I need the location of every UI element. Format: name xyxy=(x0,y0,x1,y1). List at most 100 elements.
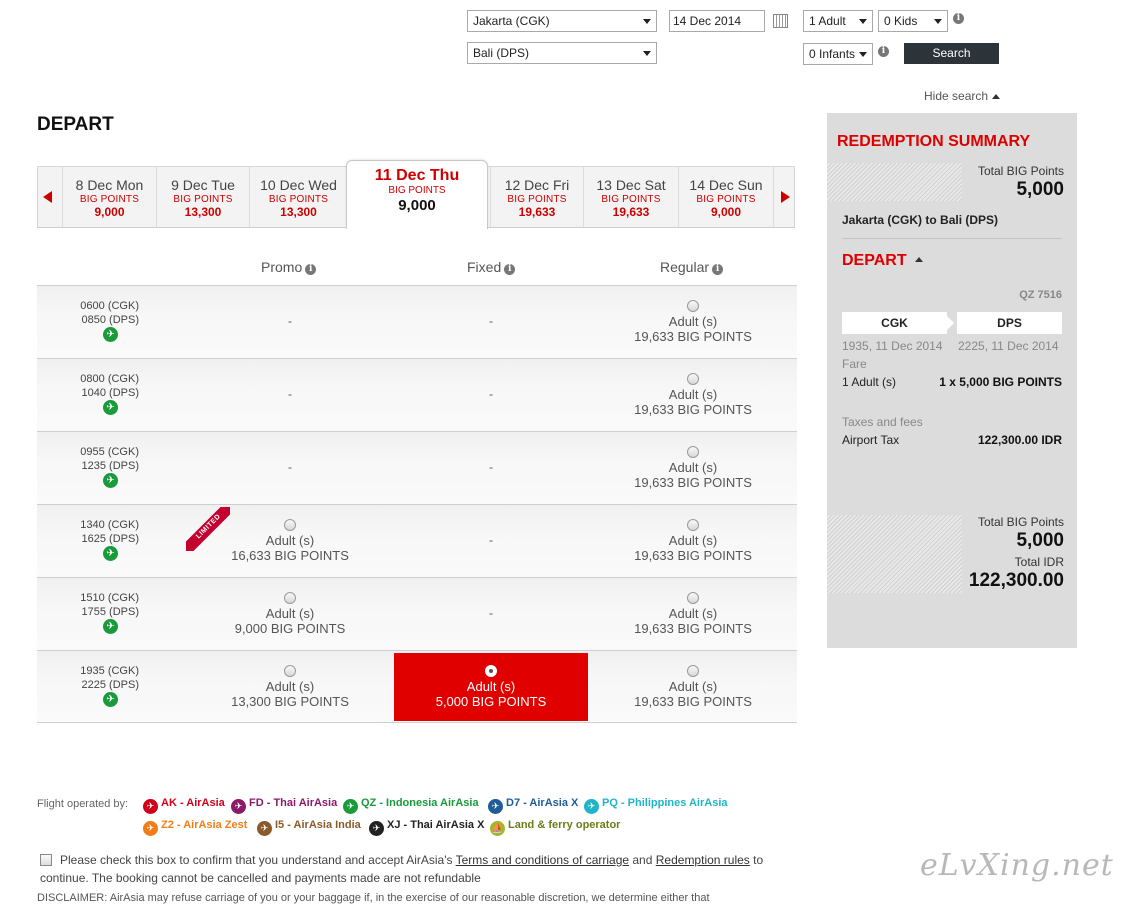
fare-radio[interactable] xyxy=(687,300,699,312)
flight-info-plane-icon[interactable]: ✈ xyxy=(103,327,118,342)
regular-fare-option[interactable]: Adult (s) 19,633 BIG POINTS xyxy=(596,519,790,563)
promo-fare-option[interactable]: Adult (s) 13,300 BIG POINTS xyxy=(193,665,387,709)
departure-time: 1510 (CGK) xyxy=(80,592,139,604)
info-icon[interactable]: i xyxy=(504,264,516,275)
date-tab-5[interactable]: 13 Dec Sat BIG POINTS 19,633 xyxy=(583,167,678,227)
next-dates-arrow-icon[interactable] xyxy=(781,191,790,203)
promo-fare-option[interactable]: Adult (s) 9,000 BIG POINTS xyxy=(193,592,387,636)
date-tab-4[interactable]: 12 Dec Fri BIG POINTS 19,633 xyxy=(490,167,583,227)
hatch-decoration xyxy=(827,515,962,593)
date-value: 14 Dec 2014 xyxy=(673,14,742,28)
fare-pax: Adult (s) xyxy=(466,679,516,694)
hide-search-link[interactable]: Hide search xyxy=(924,89,1001,103)
adults-select[interactable]: 1 Adult xyxy=(803,10,873,32)
flight-info-plane-icon[interactable]: ✈ xyxy=(103,692,118,707)
fare-value: 1 x 5,000 BIG POINTS xyxy=(939,375,1062,389)
fare-radio[interactable] xyxy=(687,665,699,677)
fare-pax: Adult (s) xyxy=(668,606,718,621)
fare-radio[interactable] xyxy=(687,592,699,604)
fare-radio[interactable] xyxy=(284,519,296,531)
flight-row: 1510 (CGK) 1755 (DPS) ✈ Adult (s) 9,000 … xyxy=(37,577,797,650)
fare-points: 19,633 BIG POINTS xyxy=(634,694,752,709)
plane-icon: ✈ xyxy=(343,799,358,814)
flight-info-plane-icon[interactable]: ✈ xyxy=(103,546,118,561)
date-points-label: BIG POINTS xyxy=(79,194,140,205)
bottom-points-label: Total BIG Points xyxy=(977,515,1064,529)
previous-dates-arrow-icon[interactable] xyxy=(43,191,52,203)
date-tab-2[interactable]: 10 Dec Wed BIG POINTS 13,300 xyxy=(249,167,347,227)
operator-d7: ✈ D7 - AirAsia X xyxy=(488,797,578,814)
departure-time: 0955 (CGK) xyxy=(80,446,139,458)
departure-time: 1935 (CGK) xyxy=(80,665,139,677)
fare-radio[interactable] xyxy=(687,519,699,531)
confirm-text-1: Please check this box to confirm that yo… xyxy=(60,853,456,867)
destination-value: Bali (DPS) xyxy=(473,46,530,60)
flight-times: 0600 (CGK) 0850 (DPS) xyxy=(37,299,139,327)
regular-fare-option[interactable]: Adult (s) 19,633 BIG POINTS xyxy=(596,300,790,344)
total-points-label: Total BIG Points xyxy=(977,164,1064,178)
flight-number: QZ 7516 xyxy=(1019,289,1062,301)
flight-times: 1510 (CGK) 1755 (DPS) xyxy=(37,591,139,619)
departure-time: 1340 (CGK) xyxy=(80,519,139,531)
summary-depart-toggle[interactable]: DEPART xyxy=(842,252,923,270)
chevron-down-icon xyxy=(859,52,867,57)
redemption-rules-link[interactable]: Redemption rules xyxy=(656,853,750,867)
infants-select[interactable]: 0 Infants xyxy=(803,43,873,65)
terms-confirmation: Please check this box to confirm that yo… xyxy=(40,851,800,887)
plane-icon: ✈ xyxy=(143,821,158,836)
flight-info-plane-icon[interactable]: ✈ xyxy=(103,619,118,634)
terms-checkbox[interactable] xyxy=(40,854,52,866)
info-icon[interactable]: i xyxy=(305,264,317,275)
fare-radio[interactable] xyxy=(284,665,296,677)
regular-fare-option[interactable]: Adult (s) 19,633 BIG POINTS xyxy=(596,446,790,490)
fare-pax: 1 Adult (s) xyxy=(842,375,897,389)
regular-fare-option[interactable]: Adult (s) 19,633 BIG POINTS xyxy=(596,665,790,709)
date-label: 12 Dec Fri xyxy=(504,177,570,193)
flight-info-plane-icon[interactable]: ✈ xyxy=(103,400,118,415)
promo-fare-unavailable: - xyxy=(288,314,292,328)
plane-icon: ✈ xyxy=(488,799,503,814)
terms-link[interactable]: Terms and conditions of carriage xyxy=(456,853,629,867)
total-idr-label: Total IDR xyxy=(1014,555,1064,569)
origin-select[interactable]: Jakarta (CGK) xyxy=(467,10,657,32)
fare-radio[interactable] xyxy=(687,373,699,385)
operator-label: Z2 - AirAsia Zest xyxy=(161,819,248,831)
to-airport: DPS xyxy=(957,312,1062,334)
operator-label: AK - AirAsia xyxy=(161,797,225,809)
date-tab-1[interactable]: 9 Dec Tue BIG POINTS 13,300 xyxy=(156,167,249,227)
departure-time: 0800 (CGK) xyxy=(80,373,139,385)
confirm-and: and xyxy=(629,853,656,867)
kids-value: 0 Kids xyxy=(884,14,918,28)
date-points-value: 9,000 xyxy=(398,197,436,214)
fare-radio[interactable] xyxy=(687,446,699,458)
search-button[interactable]: Search xyxy=(904,43,999,64)
kids-select[interactable]: 0 Kids xyxy=(878,10,948,32)
regular-fare-option[interactable]: Adult (s) 19,633 BIG POINTS xyxy=(596,592,790,636)
calendar-icon[interactable] xyxy=(773,14,788,28)
fare-points: 19,633 BIG POINTS xyxy=(634,621,752,636)
date-points-value: 19,633 xyxy=(612,205,650,219)
flight-times: 0955 (CGK) 1235 (DPS) xyxy=(37,445,139,473)
info-icon[interactable]: i xyxy=(953,13,964,24)
airport-tax-label: Airport Tax xyxy=(842,433,900,447)
date-tab-3-selected[interactable]: 11 Dec Thu BIG POINTS 9,000 xyxy=(346,160,488,229)
regular-fare-option[interactable]: Adult (s) 19,633 BIG POINTS xyxy=(596,373,790,417)
fare-pax: Adult (s) xyxy=(668,460,718,475)
flight-info-plane-icon[interactable]: ✈ xyxy=(103,473,118,488)
destination-select[interactable]: Bali (DPS) xyxy=(467,42,657,64)
date-label: 11 Dec Thu xyxy=(374,167,460,184)
flight-row: 0955 (CGK) 1235 (DPS) ✈ - - Adult (s) 19… xyxy=(37,431,797,504)
chevron-down-icon xyxy=(643,19,651,24)
chevron-down-icon xyxy=(934,19,942,24)
info-icon[interactable]: i xyxy=(712,264,724,275)
operator-qz: ✈ QZ - Indonesia AirAsia xyxy=(343,797,479,814)
date-tab-0[interactable]: 8 Dec Mon BIG POINTS 9,000 xyxy=(62,167,156,227)
date-tab-6[interactable]: 14 Dec Sun BIG POINTS 9,000 xyxy=(678,167,774,227)
date-input[interactable]: 14 Dec 2014 xyxy=(669,10,765,32)
fare-radio[interactable] xyxy=(284,592,296,604)
adults-value: 1 Adult xyxy=(809,14,846,28)
info-icon[interactable]: i xyxy=(878,46,889,57)
fixed-fare-option-selected[interactable]: Adult (s) 5,000 BIG POINTS xyxy=(394,653,588,721)
fare-radio-checked[interactable] xyxy=(485,665,497,677)
arrival-time: 1235 (DPS) xyxy=(81,460,139,472)
